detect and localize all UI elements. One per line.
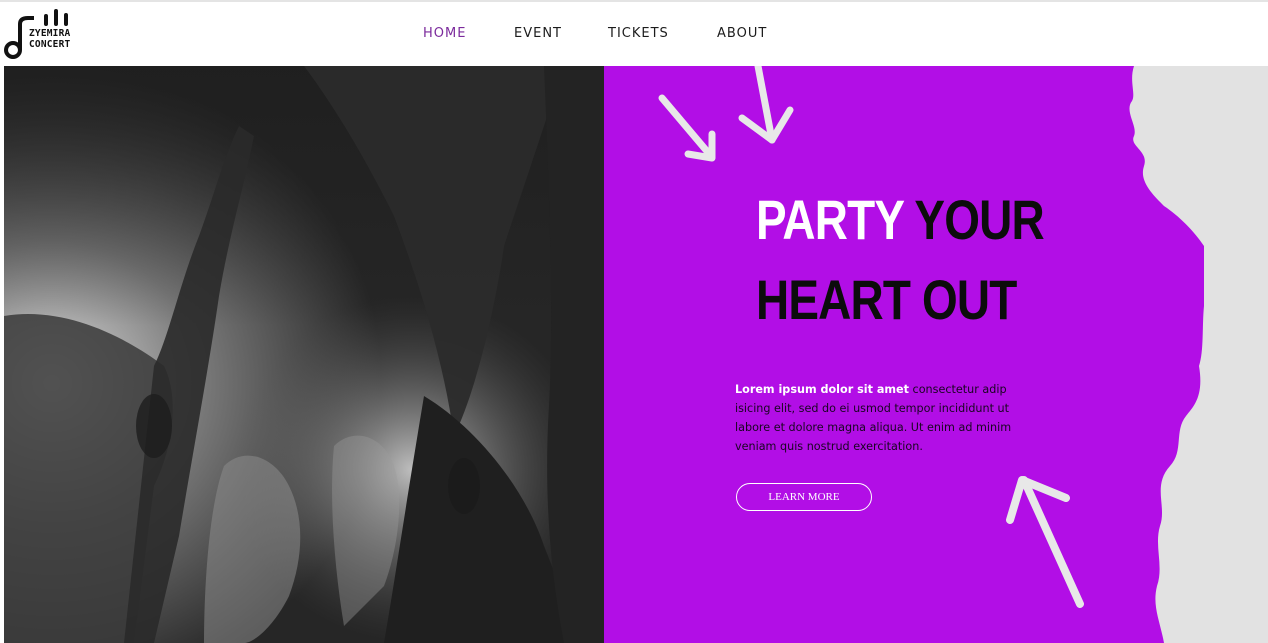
nav-tickets[interactable]: TICKETS: [608, 26, 669, 41]
arrow-up-left-icon: [1006, 476, 1084, 608]
headline-part2: YOUR: [903, 188, 1044, 251]
navbar: ZYEMIRA CONCERT HOME EVENT TICKETS ABOUT: [0, 2, 1268, 66]
nav-event[interactable]: EVENT: [514, 26, 562, 41]
headline-highlight: PARTY: [756, 188, 904, 251]
description-lead: Lorem ipsum dolor sit amet: [735, 383, 909, 396]
nav-home[interactable]: HOME: [423, 26, 466, 41]
headline-line2: HEART OUT: [756, 268, 1017, 331]
main-nav: HOME EVENT TICKETS ABOUT: [0, 26, 1268, 46]
hero-description: Lorem ipsum dolor sit amet consectetur a…: [735, 380, 1035, 456]
arrow-down-right-icon: [658, 94, 716, 162]
learn-more-button[interactable]: LEARN MORE: [736, 483, 872, 511]
hero-photo: [4, 66, 604, 643]
arrow-down-icon: [738, 66, 794, 144]
nav-about[interactable]: ABOUT: [717, 26, 767, 41]
hero-headline: PARTY YOUR HEART OUT: [756, 180, 1045, 340]
hero-panel: PARTY YOUR HEART OUT Lorem ipsum dolor s…: [604, 66, 1268, 643]
